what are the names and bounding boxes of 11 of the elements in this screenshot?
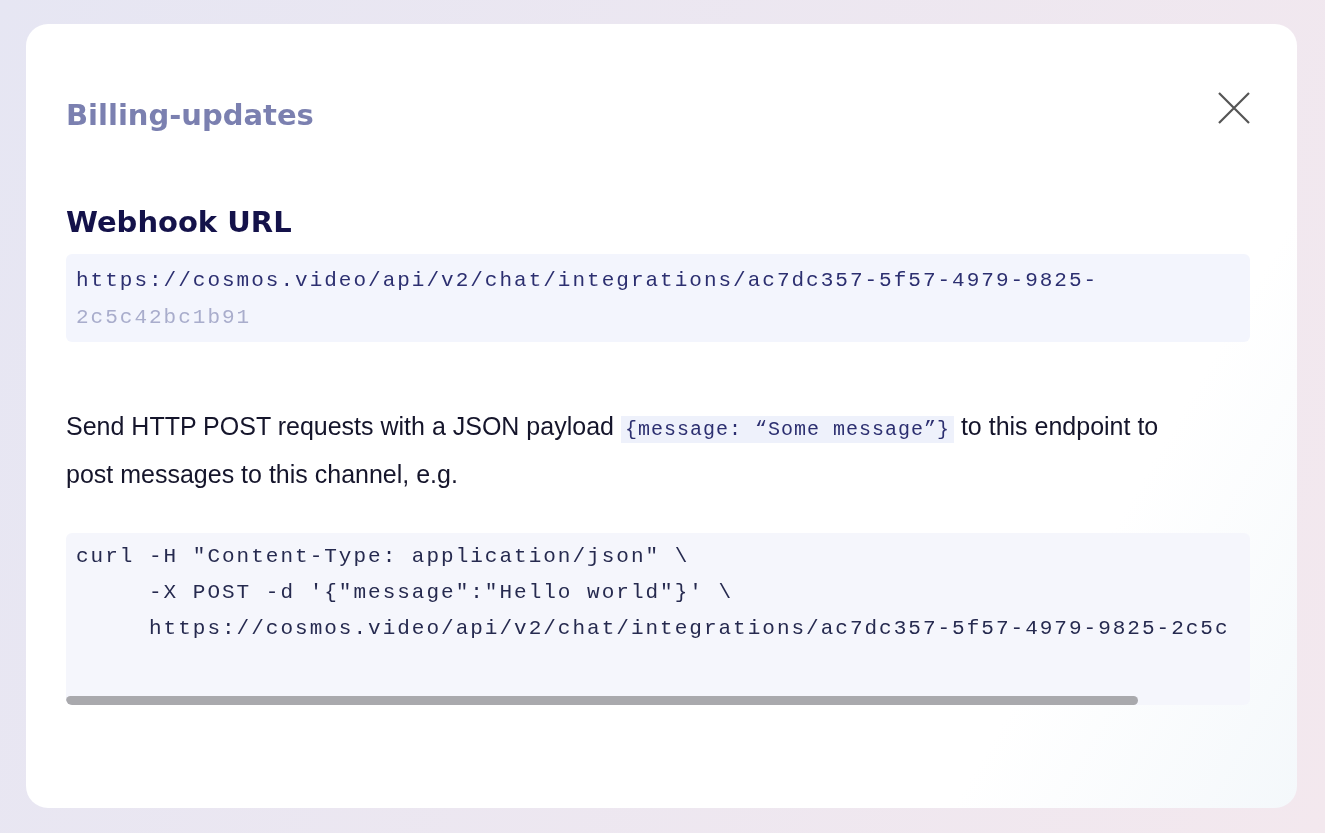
description-text: Send HTTP POST requests with a JSON payload {message: “Some message”} to this endpoint to post messages to this channel, e.g. xyxy=(66,411,1160,490)
inline-code: {message: “Some message”} xyxy=(620,416,954,443)
close-icon xyxy=(1216,90,1252,126)
code-line: https://cosmos.video/api/v2/chat/integrations/ac7dc357-5f57-4979-9825-2c5c xyxy=(148,616,1231,642)
scrollbar-thumb[interactable] xyxy=(66,696,1138,705)
webhook-heading: Webhook URL xyxy=(66,204,293,241)
code-line: curl -H "Content-Type: application/json" \ xyxy=(76,544,691,570)
dialog-title: Billing-updates xyxy=(66,97,314,134)
close-button[interactable] xyxy=(1216,90,1252,126)
webhook-url-field[interactable]: https://cosmos.video/api/v2/chat/integrations/ac7dc357-5f57-4979-9825- 2c5c42bc1b91 xyxy=(66,254,1250,342)
code-line: -X POST -d '{"message":"Hello world"}' \ xyxy=(148,580,735,606)
